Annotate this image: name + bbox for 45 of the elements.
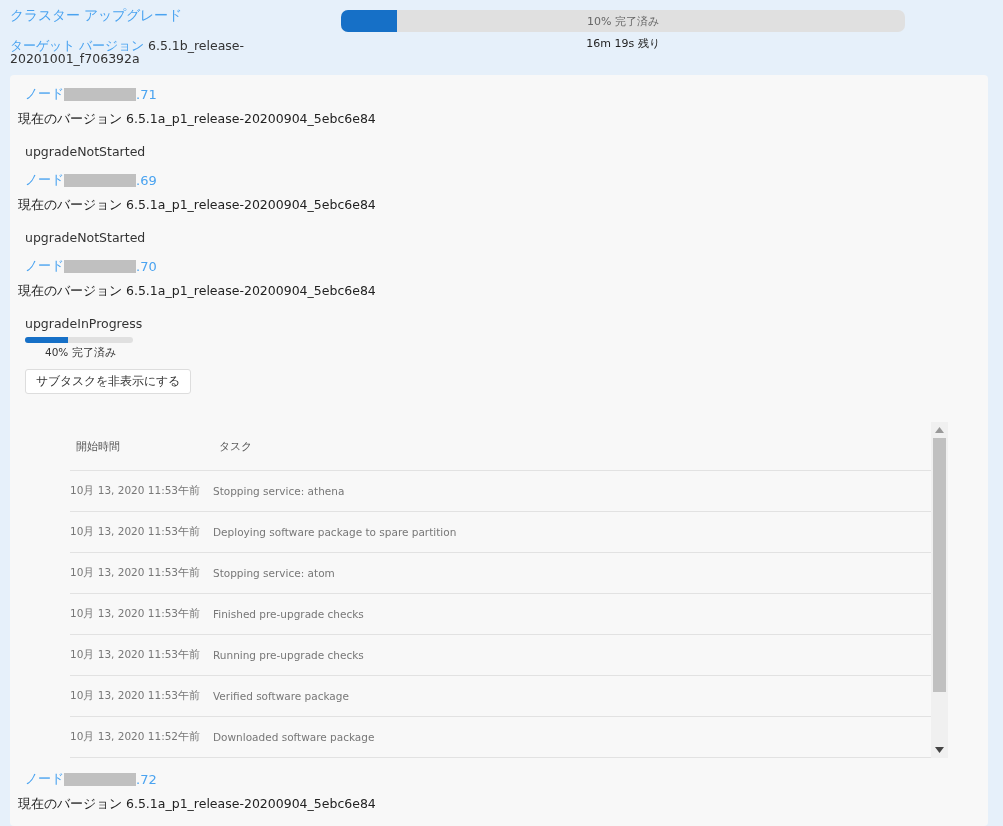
upgrade-status: upgradeNotStarted bbox=[25, 144, 147, 159]
table-cell-text: 10月 13, 2020 11:53午前 bbox=[70, 689, 202, 703]
scroll-up-icon[interactable] bbox=[935, 427, 944, 433]
redaction-block bbox=[64, 173, 136, 187]
upgrade-status: upgradeInProgress bbox=[25, 316, 144, 331]
upgrade-status: upgradeNotStarted bbox=[25, 230, 147, 245]
table-cell-text: 10月 13, 2020 11:53午前 bbox=[70, 648, 202, 662]
table-cell-text: Downloaded software package bbox=[213, 731, 376, 743]
column-header: タスク bbox=[218, 438, 253, 454]
current-version: 現在のバージョン 6.5.1a_p1_release-20200904_5ebc6e84 bbox=[18, 283, 377, 300]
table-cell-text: 10月 13, 2020 11:53午前 bbox=[70, 607, 202, 621]
node-label[interactable]: ノード bbox=[25, 85, 64, 103]
table-cell-text: Finished pre-upgrade checks bbox=[213, 608, 365, 620]
node-address[interactable]: .70 bbox=[136, 258, 157, 274]
column-header: 開始時間 bbox=[75, 438, 121, 454]
table-cell-text: 10月 13, 2020 11:53午前 bbox=[70, 525, 202, 539]
node-label[interactable]: ノード bbox=[25, 770, 64, 788]
node-label[interactable]: ノード bbox=[25, 171, 64, 189]
current-version: 現在のバージョン 6.5.1a_p1_release-20200904_5ebc6e84 bbox=[18, 111, 377, 128]
scrollbar[interactable] bbox=[931, 422, 948, 758]
scrollbar-thumb[interactable] bbox=[933, 438, 946, 692]
redaction-block bbox=[64, 259, 136, 273]
redaction-block bbox=[64, 772, 136, 786]
scroll-down-icon[interactable] bbox=[935, 747, 944, 753]
table-cell-text: Deploying software package to spare partition bbox=[213, 526, 458, 538]
node-address[interactable]: .71 bbox=[136, 86, 157, 102]
table-cell-text: Stopping service: athena bbox=[213, 485, 346, 497]
node-address[interactable]: .72 bbox=[136, 771, 157, 787]
time-remaining: 16m 19s 残り bbox=[586, 36, 660, 51]
current-version: 現在のバージョン 6.5.1a_p1_release-20200904_5ebc6e84 bbox=[18, 197, 377, 214]
table-cell-text: Running pre-upgrade checks bbox=[213, 649, 365, 661]
target-version: ターゲット バージョン 6.5.1b_release-20201001_f706392a bbox=[10, 39, 246, 65]
page-title: クラスター アップグレード bbox=[10, 7, 184, 25]
table-cell-text: 10月 13, 2020 11:53午前 bbox=[70, 484, 202, 498]
table-cell-text: 10月 13, 2020 11:52午前 bbox=[70, 730, 202, 744]
redaction-block bbox=[64, 87, 136, 101]
node-label[interactable]: ノード bbox=[25, 257, 64, 275]
table-cell-text: 10月 13, 2020 11:53午前 bbox=[70, 566, 202, 580]
current-version: 現在のバージョン 6.5.1a_p1_release-20200904_5ebc6e84 bbox=[18, 796, 377, 813]
table-cell-text: Stopping service: atom bbox=[213, 567, 336, 579]
hide-subtasks-button[interactable]: サブタスクを非表示にする bbox=[25, 369, 191, 394]
progress-label: 10% 完了済み bbox=[587, 14, 659, 29]
node-address[interactable]: .69 bbox=[136, 172, 157, 188]
node-progress-label: 40% 完了済み bbox=[45, 346, 117, 360]
table-cell-text: Verified software package bbox=[213, 690, 350, 702]
